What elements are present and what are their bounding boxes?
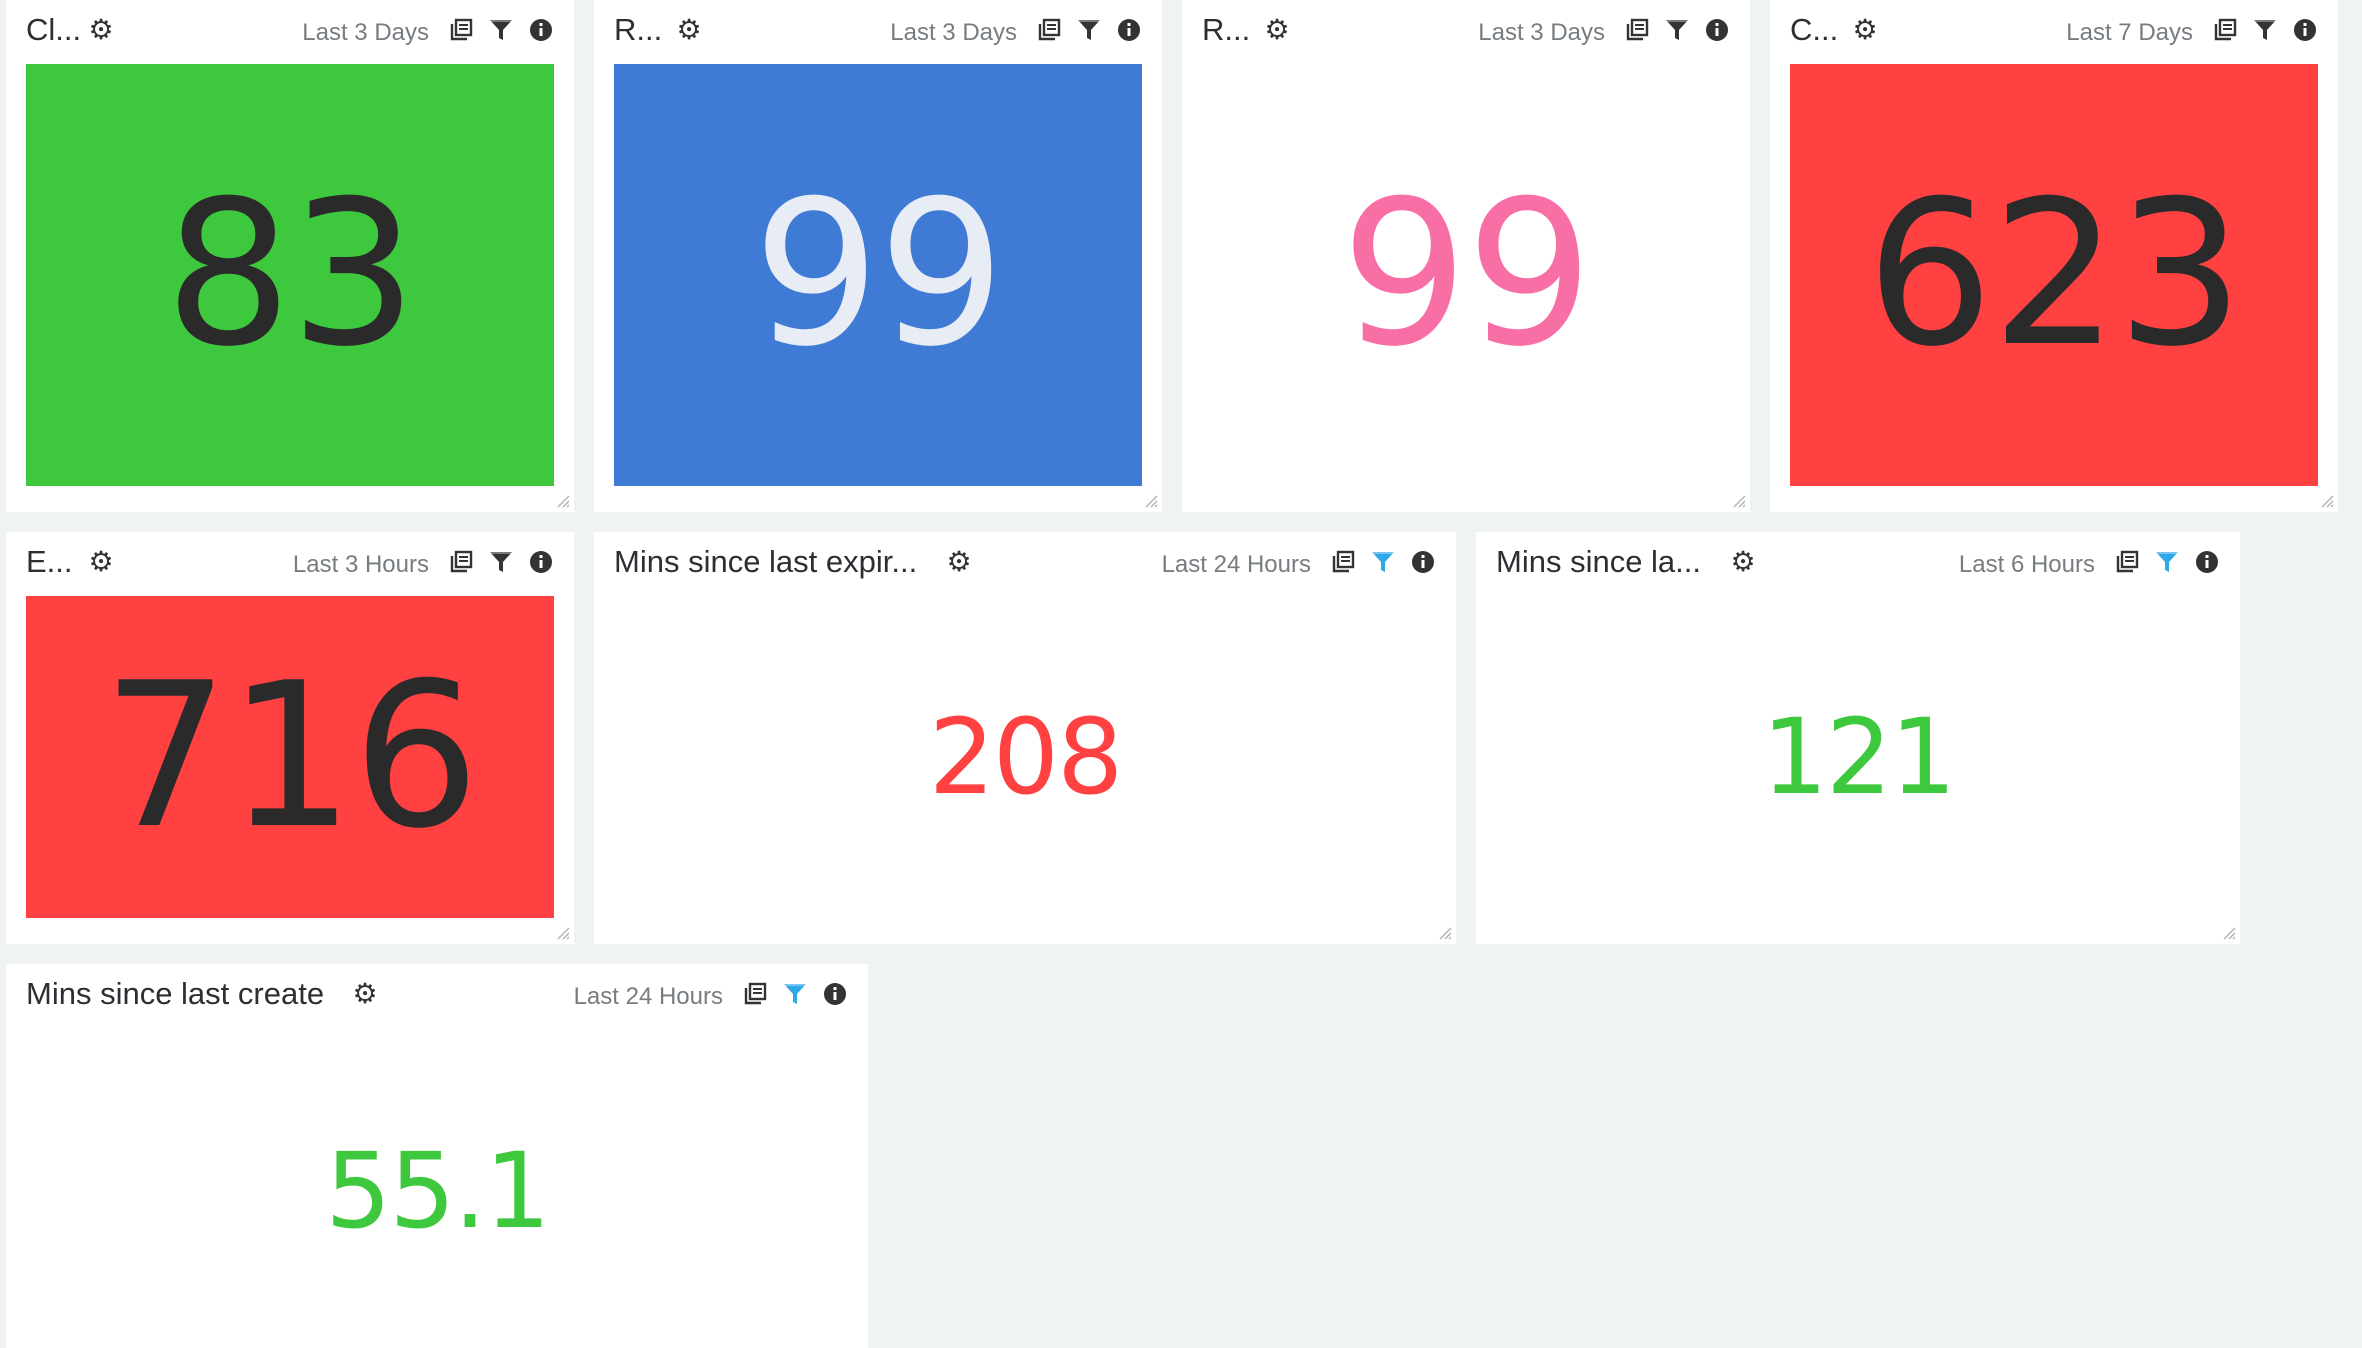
metric-value: 99 [752,158,1005,391]
widget-title[interactable]: Cl... [26,12,81,48]
copy-icon[interactable] [448,17,474,43]
value-tile: 716 [26,596,554,918]
time-range[interactable]: Last 3 Hours [293,551,429,579]
copy-icon[interactable] [1330,549,1356,575]
resize-handle-icon[interactable] [1730,492,1746,508]
widget-header: R... ⚙ Last 3 Days [1182,0,1750,62]
value-tile: 99 [1202,64,1730,486]
info-icon[interactable] [1116,17,1142,43]
widget-header: Mins since la... ⚙ Last 6 Hours [1476,532,2240,594]
metric-value: 208 [928,696,1124,818]
value-tile: 99 [614,64,1142,486]
widget-header: Mins since last create ⚙ Last 24 Hours [6,964,868,1026]
copy-icon[interactable] [1036,17,1062,43]
widget-title[interactable]: Mins since la... [1496,544,1701,580]
widget-1: Cl... ⚙ Last 3 Days 83 [6,0,574,512]
copy-icon[interactable] [2212,17,2238,43]
gear-icon[interactable]: ⚙ [1852,16,1878,44]
widget-7: Mins since la... ⚙ Last 6 Hours 121 [1476,532,2240,944]
filter-icon[interactable] [1664,17,1690,43]
filter-icon[interactable] [782,981,808,1007]
metric-value: 716 [102,640,480,873]
copy-icon[interactable] [1624,17,1650,43]
time-range[interactable]: Last 7 Days [2066,19,2193,47]
widget-header: Cl... ⚙ Last 3 Days [6,0,574,62]
widget-header: C... ⚙ Last 7 Days [1770,0,2338,62]
value-tile: 55.1 [26,1034,848,1348]
widget-6: Mins since last expir... ⚙ Last 24 Hours… [594,532,1456,944]
filter-icon[interactable] [2252,17,2278,43]
info-icon[interactable] [1410,549,1436,575]
filter-icon[interactable] [1370,549,1396,575]
widget-3: R... ⚙ Last 3 Days 99 [1182,0,1750,512]
widget-title[interactable]: Mins since last create [26,976,324,1012]
widget-title[interactable]: E... [26,544,73,580]
value-tile: 208 [614,596,1436,918]
copy-icon[interactable] [448,549,474,575]
time-range[interactable]: Last 24 Hours [1162,551,1311,579]
time-range[interactable]: Last 24 Hours [574,983,723,1011]
widget-title[interactable]: Mins since last expir... [614,544,917,580]
time-range[interactable]: Last 3 Days [302,19,429,47]
copy-icon[interactable] [2114,549,2140,575]
metric-value: 121 [1761,696,1957,818]
time-range[interactable]: Last 3 Days [1478,19,1605,47]
widget-title[interactable]: R... [1202,12,1250,48]
resize-handle-icon[interactable] [1142,492,1158,508]
resize-handle-icon[interactable] [2318,492,2334,508]
widget-title[interactable]: R... [614,12,662,48]
info-icon[interactable] [1704,17,1730,43]
info-icon[interactable] [528,549,554,575]
widget-5: E... ⚙ Last 3 Hours 716 [6,532,574,944]
widget-header: E... ⚙ Last 3 Hours [6,532,574,594]
gear-icon[interactable]: ⚙ [1730,548,1756,576]
resize-handle-icon[interactable] [554,924,570,940]
filter-icon[interactable] [2154,549,2180,575]
value-tile: 83 [26,64,554,486]
resize-handle-icon[interactable] [2220,924,2236,940]
filter-icon[interactable] [1076,17,1102,43]
value-tile: 121 [1496,596,2220,918]
metric-value: 55.1 [325,1130,551,1252]
info-icon[interactable] [2292,17,2318,43]
filter-icon[interactable] [488,549,514,575]
time-range[interactable]: Last 6 Hours [1959,551,2095,579]
info-icon[interactable] [2194,549,2220,575]
resize-handle-icon[interactable] [554,492,570,508]
time-range[interactable]: Last 3 Days [890,19,1017,47]
widget-4: C... ⚙ Last 7 Days 623 [1770,0,2338,512]
widget-8: Mins since last create ⚙ Last 24 Hours 5… [6,964,868,1348]
gear-icon[interactable]: ⚙ [1264,16,1290,44]
info-icon[interactable] [822,981,848,1007]
gear-icon[interactable]: ⚙ [676,16,702,44]
gear-icon[interactable]: ⚙ [88,16,114,44]
gear-icon[interactable]: ⚙ [946,548,972,576]
info-icon[interactable] [528,17,554,43]
widget-title[interactable]: C... [1790,12,1838,48]
metric-value: 99 [1340,158,1593,391]
gear-icon[interactable]: ⚙ [352,980,378,1008]
value-tile: 623 [1790,64,2318,486]
metric-value: 623 [1866,158,2244,391]
metric-value: 83 [164,158,417,391]
resize-handle-icon[interactable] [1436,924,1452,940]
widget-header: R... ⚙ Last 3 Days [594,0,1162,62]
copy-icon[interactable] [742,981,768,1007]
filter-icon[interactable] [488,17,514,43]
widget-header: Mins since last expir... ⚙ Last 24 Hours [594,532,1456,594]
widget-2: R... ⚙ Last 3 Days 99 [594,0,1162,512]
gear-icon[interactable]: ⚙ [88,548,114,576]
